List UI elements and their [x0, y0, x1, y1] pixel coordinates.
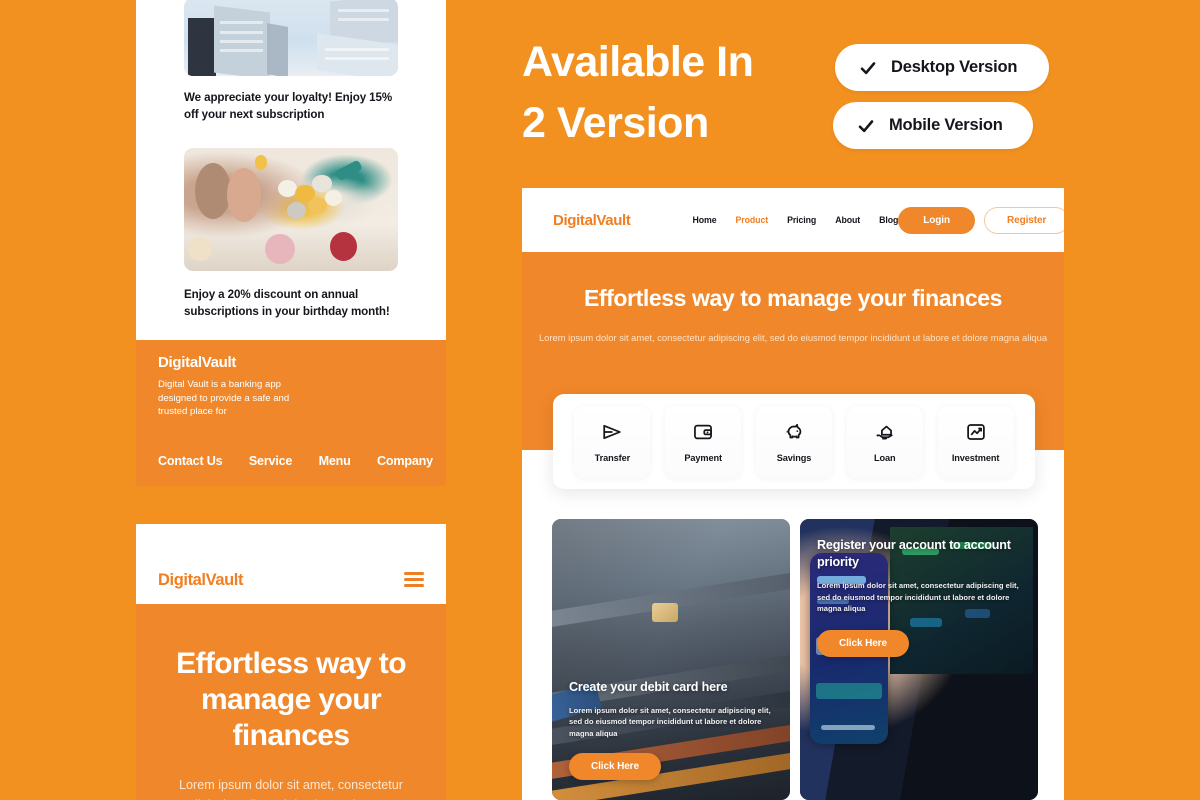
house-in-hand-icon	[874, 421, 896, 443]
desktop-version-pill[interactable]: Desktop Version	[835, 44, 1049, 91]
desktop-nav-buttons: Login Register	[898, 206, 1064, 234]
presentation-canvas: Available In 2 Version Desktop Version M…	[0, 0, 1200, 800]
nav-item-pricing[interactable]: Pricing	[787, 215, 816, 225]
login-button[interactable]: Login	[898, 206, 975, 234]
desktop-nav-links: Home Product Pricing About Blog	[692, 215, 898, 225]
headline-line-2: 2 Version	[522, 99, 709, 147]
mobile-mockup-loyalty: We appreciate your loyalty! Enjoy 15% of…	[136, 0, 446, 486]
mobile-mockup-hero: DigitalVault Effortless way to manage yo…	[136, 524, 446, 800]
service-payment[interactable]: Payment	[665, 405, 742, 478]
promo-description: Lorem ipsum dolor sit amet, consectetur …	[817, 581, 1019, 613]
service-loan[interactable]: Loan	[846, 405, 923, 478]
desktop-navbar: DigitalVault Home Product Pricing About …	[522, 188, 1064, 252]
check-icon	[859, 59, 877, 77]
service-transfer[interactable]: Transfer	[574, 405, 651, 478]
loyalty-message: We appreciate your loyalty! Enjoy 15% of…	[184, 91, 393, 121]
service-label: Loan	[874, 452, 896, 463]
register-button[interactable]: Register	[983, 206, 1064, 234]
promo-overlay: Create your debit card here Lorem ipsum …	[552, 519, 790, 800]
service-investment[interactable]: Investment	[937, 405, 1014, 478]
mobile-hero-subtitle: Lorem ipsum dolor sit amet, consectetur …	[179, 778, 403, 800]
service-label: Payment	[684, 452, 722, 463]
mobile-hero: Effortless way to manage your finances L…	[136, 604, 446, 800]
headline-block: Available In 2 Version Desktop Version M…	[522, 32, 1062, 162]
promo-title: Create your debit card here	[569, 679, 728, 694]
promo-overlay: Register your account to account priorit…	[800, 519, 1038, 800]
nav-item-product[interactable]: Product	[736, 215, 769, 225]
footer-link-menu[interactable]: Menu	[319, 454, 351, 468]
promo-description: Lorem ipsum dolor sit amet, consectetur …	[569, 705, 771, 738]
click-here-button[interactable]: Click Here	[569, 753, 661, 780]
footer-link-company[interactable]: Company	[377, 454, 433, 468]
mobile-topbar: DigitalVault	[136, 524, 446, 604]
promo-card-debit[interactable]: Create your debit card here Lorem ipsum …	[552, 519, 790, 800]
headline-line-1: Available In	[522, 38, 754, 86]
footer-logo: DigitalVault	[158, 354, 237, 371]
desktop-hero-subtitle: Lorem ipsum dolor sit amet, consectetur …	[538, 332, 1048, 343]
birthday-balloons-photo	[184, 148, 398, 271]
promo-title: Register your account to account priorit…	[817, 538, 1011, 569]
promo-card-register[interactable]: Register your account to account priorit…	[800, 519, 1038, 800]
desktop-hero-title: Effortless way to manage your finances	[583, 285, 1003, 311]
piggy-bank-icon	[783, 421, 805, 443]
mobile-version-label: Mobile Version	[889, 116, 1003, 134]
nav-item-home[interactable]: Home	[692, 215, 716, 225]
birthday-offer-message: Enjoy a 20% discount on annual subscript…	[184, 288, 390, 318]
footer-link-service[interactable]: Service	[249, 454, 293, 468]
click-here-button[interactable]: Click Here	[817, 629, 909, 657]
mobile-hero-title: Effortless way to manage your finances	[176, 647, 406, 752]
service-savings[interactable]: Savings	[755, 405, 832, 478]
service-label: Transfer	[594, 452, 631, 463]
services-card: Transfer Payment Savings Loan Investment	[553, 394, 1035, 489]
check-icon	[857, 117, 875, 135]
hamburger-menu-icon[interactable]	[404, 572, 424, 587]
desktop-mockup: DigitalVault Home Product Pricing About …	[522, 188, 1064, 800]
send-arrow-icon	[601, 421, 623, 443]
chart-growth-icon	[965, 421, 987, 443]
footer-link-contact-us[interactable]: Contact Us	[158, 454, 223, 468]
footer-description: Digital Vault is a banking app designed …	[158, 379, 290, 417]
nav-item-about[interactable]: About	[835, 215, 860, 225]
page-title: Available In 2 Version	[522, 32, 822, 154]
service-label: Investment	[951, 452, 1000, 463]
desktop-logo[interactable]: DigitalVault	[553, 212, 631, 229]
mobile-version-pill[interactable]: Mobile Version	[833, 102, 1033, 149]
mobile-logo[interactable]: DigitalVault	[158, 571, 243, 590]
service-label: Savings	[776, 452, 812, 463]
nav-item-blog[interactable]: Blog	[879, 215, 898, 225]
footer-links: Contact Us Service Menu Company	[158, 454, 433, 468]
city-buildings-photo	[184, 0, 398, 76]
mobile-footer: DigitalVault Digital Vault is a banking …	[136, 340, 446, 486]
wallet-icon	[692, 421, 714, 443]
desktop-version-label: Desktop Version	[891, 58, 1018, 76]
